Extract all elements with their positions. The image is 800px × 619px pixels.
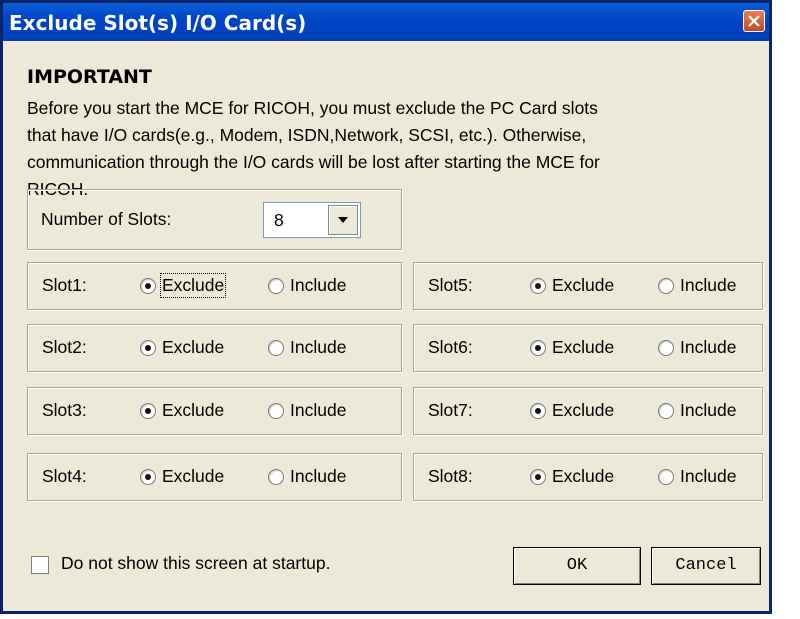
- dropdown-button[interactable]: [328, 205, 358, 235]
- include-radio[interactable]: [268, 403, 284, 419]
- close-icon: [748, 15, 760, 27]
- slot-count-select[interactable]: 8: [263, 202, 361, 238]
- window-title: Exclude Slot(s) I/O Card(s): [9, 11, 307, 35]
- include-radio[interactable]: [658, 340, 674, 356]
- include-label[interactable]: Include: [680, 400, 736, 421]
- exclude-radio[interactable]: [530, 403, 546, 419]
- slot-label: Slot6:: [428, 337, 473, 357]
- slot-label: Slot5:: [428, 275, 473, 295]
- include-label[interactable]: Include: [680, 466, 736, 487]
- startup-checkbox[interactable]: [31, 556, 49, 574]
- notice-line: communication through the I/O cards will…: [27, 152, 600, 172]
- notice-line: that have I/O cards(e.g., Modem, ISDN,Ne…: [27, 125, 587, 145]
- include-radio[interactable]: [268, 278, 284, 294]
- exclude-label[interactable]: Exclude: [162, 466, 224, 487]
- slot-count-label: Number of Slots:: [41, 209, 172, 229]
- include-radio[interactable]: [658, 278, 674, 294]
- include-radio[interactable]: [268, 469, 284, 485]
- exclude-label[interactable]: Exclude: [552, 466, 614, 487]
- exclude-label[interactable]: Exclude: [162, 400, 224, 421]
- slot-count-value: 8: [274, 210, 284, 230]
- include-label[interactable]: Include: [680, 275, 736, 296]
- exclude-radio[interactable]: [530, 340, 546, 356]
- slot-label: Slot2:: [42, 337, 87, 357]
- notice-heading: IMPORTANT: [27, 66, 152, 88]
- title-bar: Exclude Slot(s) I/O Card(s): [3, 3, 769, 41]
- include-radio[interactable]: [268, 340, 284, 356]
- notice-line: Before you start the MCE for RICOH, you …: [27, 98, 598, 118]
- dialog-window: Exclude Slot(s) I/O Card(s) IMPORTANT Be…: [0, 0, 772, 614]
- exclude-radio[interactable]: [140, 469, 156, 485]
- exclude-radio[interactable]: [530, 278, 546, 294]
- include-label[interactable]: Include: [680, 337, 736, 358]
- cancel-button[interactable]: Cancel: [651, 547, 761, 585]
- include-label[interactable]: Include: [290, 275, 346, 296]
- include-radio[interactable]: [658, 403, 674, 419]
- include-radio[interactable]: [658, 469, 674, 485]
- exclude-label[interactable]: Exclude: [162, 337, 224, 358]
- slot-label: Slot4:: [42, 466, 87, 486]
- include-label[interactable]: Include: [290, 337, 346, 358]
- slot-label: Slot8:: [428, 466, 473, 486]
- close-button[interactable]: [743, 10, 765, 32]
- exclude-radio[interactable]: [140, 278, 156, 294]
- include-label[interactable]: Include: [290, 466, 346, 487]
- exclude-label[interactable]: Exclude: [552, 275, 614, 296]
- exclude-label[interactable]: Exclude: [159, 273, 227, 298]
- include-label[interactable]: Include: [290, 400, 346, 421]
- exclude-label[interactable]: Exclude: [552, 337, 614, 358]
- ok-button[interactable]: OK: [513, 547, 641, 585]
- slot-label: Slot1:: [42, 275, 87, 295]
- notice-message: Before you start the MCE for RICOH, you …: [27, 95, 747, 203]
- exclude-radio[interactable]: [140, 403, 156, 419]
- startup-label: Do not show this screen at startup.: [61, 553, 331, 573]
- exclude-radio[interactable]: [530, 469, 546, 485]
- slot-label: Slot3:: [42, 400, 87, 420]
- exclude-radio[interactable]: [140, 340, 156, 356]
- chevron-down-icon: [338, 217, 348, 223]
- slot-label: Slot7:: [428, 400, 473, 420]
- exclude-label[interactable]: Exclude: [552, 400, 614, 421]
